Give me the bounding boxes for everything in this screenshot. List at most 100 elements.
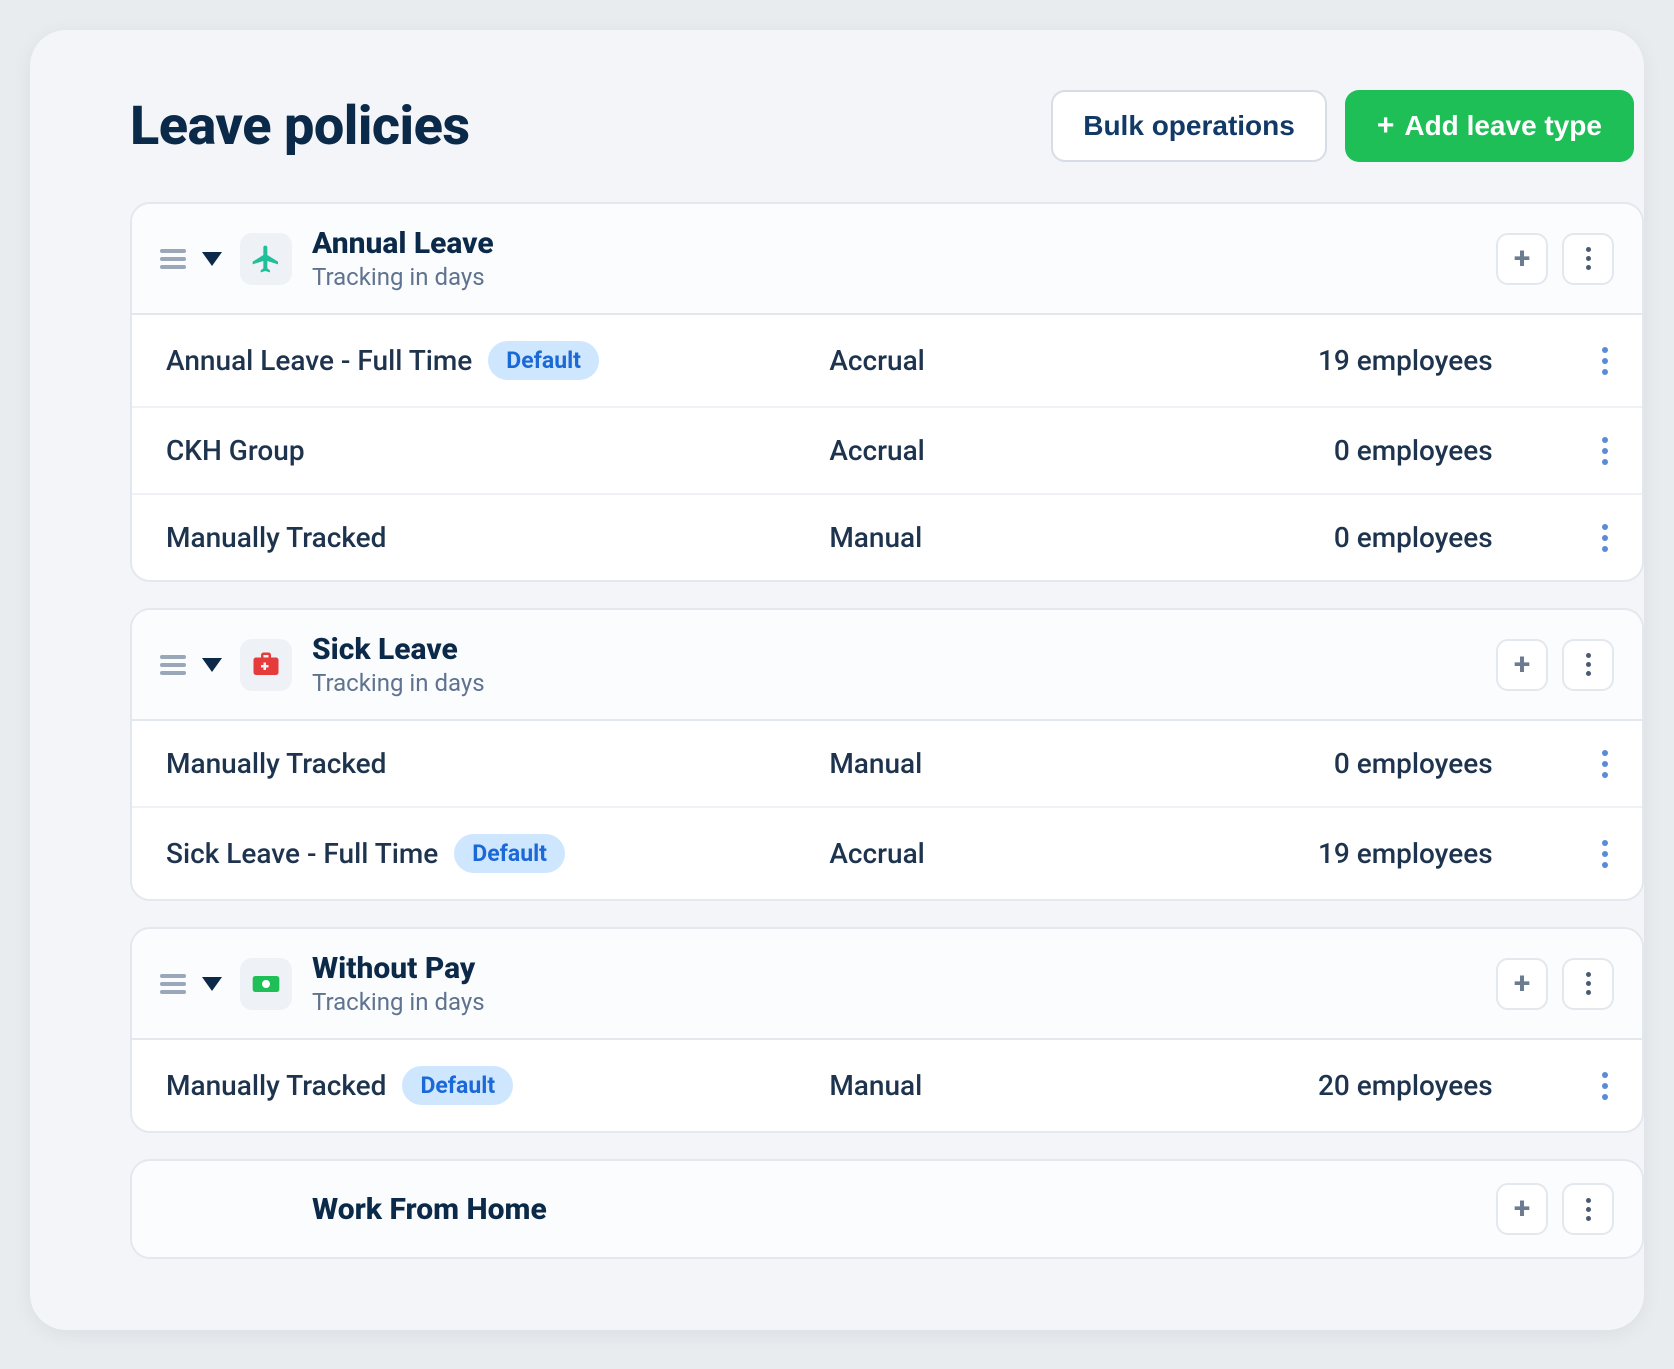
policy-name: Manually Tracked [166, 747, 829, 780]
group-menu-button[interactable] [1562, 958, 1614, 1010]
more-vertical-icon [1602, 750, 1608, 778]
more-vertical-icon [1602, 840, 1608, 868]
add-policy-button[interactable]: + [1496, 1183, 1548, 1235]
policy-name-text: Manually Tracked [166, 521, 386, 554]
group-header[interactable]: Annual Leave Tracking in days + [132, 204, 1642, 315]
group-subtitle: Tracking in days [312, 263, 1496, 291]
more-vertical-icon [1602, 1072, 1608, 1100]
policy-row-menu[interactable] [1493, 524, 1608, 552]
medkit-icon [240, 639, 292, 691]
chevron-down-icon[interactable] [202, 658, 222, 672]
group-subtitle: Tracking in days [312, 669, 1496, 697]
policy-name-text: Manually Tracked [166, 747, 386, 780]
policy-row[interactable]: Sick Leave - Full Time Default Accrual 1… [132, 806, 1642, 899]
policy-mode: Manual [829, 747, 1117, 780]
group-header[interactable]: Without Pay Tracking in days + [132, 929, 1642, 1040]
more-vertical-icon [1586, 653, 1591, 676]
policy-row[interactable]: Manually Tracked Manual 0 employees [132, 493, 1642, 580]
cash-icon [240, 958, 292, 1010]
policy-name: Manually Tracked [166, 521, 829, 554]
policy-name: CKH Group [166, 434, 829, 467]
chevron-down-icon[interactable] [202, 977, 222, 991]
policy-row-menu[interactable] [1493, 347, 1608, 375]
policy-row-menu[interactable] [1493, 750, 1608, 778]
more-vertical-icon [1602, 524, 1608, 552]
add-policy-button[interactable]: + [1496, 639, 1548, 691]
group-title-wrap: Sick Leave Tracking in days [312, 632, 1496, 697]
policy-row-menu[interactable] [1493, 437, 1608, 465]
group-title: Work From Home [312, 1192, 1496, 1227]
header-actions: Bulk operations + Add leave type [1051, 90, 1634, 162]
policy-row-menu[interactable] [1493, 1072, 1608, 1100]
group-header[interactable]: Sick Leave Tracking in days + [132, 610, 1642, 721]
policy-count: 0 employees [1118, 521, 1493, 554]
more-vertical-icon [1586, 247, 1591, 270]
leave-group-sick: Sick Leave Tracking in days + Manually T… [130, 608, 1644, 901]
group-menu-button[interactable] [1562, 233, 1614, 285]
policy-list: Manually Tracked Manual 0 employees Sick… [132, 721, 1642, 899]
drag-handle-icon[interactable] [160, 655, 186, 675]
policy-name-text: Sick Leave - Full Time [166, 837, 438, 870]
leave-group-annual: Annual Leave Tracking in days + Annual L… [130, 202, 1644, 582]
more-vertical-icon [1602, 347, 1608, 375]
chevron-down-icon[interactable] [202, 252, 222, 266]
more-vertical-icon [1586, 1198, 1591, 1221]
default-badge: Default [488, 341, 599, 380]
policy-count: 0 employees [1118, 747, 1493, 780]
default-badge: Default [454, 834, 565, 873]
more-vertical-icon [1602, 437, 1608, 465]
add-leave-type-button[interactable]: + Add leave type [1345, 90, 1634, 162]
policy-row[interactable]: Annual Leave - Full Time Default Accrual… [132, 315, 1642, 406]
policy-count: 19 employees [1118, 344, 1493, 377]
add-leave-type-label: Add leave type [1404, 110, 1602, 142]
drag-handle-icon[interactable] [160, 249, 186, 269]
page-title: Leave policies [130, 95, 470, 158]
more-vertical-icon [1586, 972, 1591, 995]
policy-name-text: CKH Group [166, 434, 305, 467]
group-actions: + [1496, 639, 1614, 691]
drag-handle-icon[interactable] [160, 974, 186, 994]
policy-name: Sick Leave - Full Time Default [166, 834, 829, 873]
plus-icon: + [1514, 969, 1530, 999]
group-actions: + [1496, 1183, 1614, 1235]
add-policy-button[interactable]: + [1496, 958, 1548, 1010]
group-title: Sick Leave [312, 632, 1496, 667]
group-title-wrap: Annual Leave Tracking in days [312, 226, 1496, 291]
group-actions: + [1496, 958, 1614, 1010]
default-badge: Default [402, 1066, 513, 1105]
add-policy-button[interactable]: + [1496, 233, 1548, 285]
policy-name: Annual Leave - Full Time Default [166, 341, 829, 380]
plus-icon: + [1514, 1194, 1530, 1224]
group-header[interactable]: Work From Home + [132, 1161, 1642, 1257]
app-frame: Leave policies Bulk operations + Add lea… [30, 30, 1644, 1330]
leave-group-wfh: Work From Home + [130, 1159, 1644, 1259]
plus-icon: + [1514, 244, 1530, 274]
policy-row[interactable]: Manually Tracked Default Manual 20 emplo… [132, 1040, 1642, 1131]
policy-list: Annual Leave - Full Time Default Accrual… [132, 315, 1642, 580]
group-title: Annual Leave [312, 226, 1496, 261]
policy-mode: Accrual [829, 434, 1117, 467]
group-title: Without Pay [312, 951, 1496, 986]
policy-count: 19 employees [1118, 837, 1493, 870]
policy-row-menu[interactable] [1493, 840, 1608, 868]
leave-group-withoutpay: Without Pay Tracking in days + Manually … [130, 927, 1644, 1133]
bulk-operations-button[interactable]: Bulk operations [1051, 90, 1327, 162]
policy-list: Manually Tracked Default Manual 20 emplo… [132, 1040, 1642, 1131]
policy-row[interactable]: Manually Tracked Manual 0 employees [132, 721, 1642, 806]
plus-icon: + [1514, 650, 1530, 680]
policy-name-text: Manually Tracked [166, 1069, 386, 1102]
policy-mode: Manual [829, 1069, 1117, 1102]
policy-count: 0 employees [1118, 434, 1493, 467]
group-menu-button[interactable] [1562, 1183, 1614, 1235]
policy-mode: Accrual [829, 837, 1117, 870]
policy-row[interactable]: CKH Group Accrual 0 employees [132, 406, 1642, 493]
plus-icon: + [1377, 111, 1395, 141]
policy-mode: Accrual [829, 344, 1117, 377]
policy-name-text: Annual Leave - Full Time [166, 344, 472, 377]
plane-icon [240, 233, 292, 285]
group-subtitle: Tracking in days [312, 988, 1496, 1016]
group-menu-button[interactable] [1562, 639, 1614, 691]
policy-name: Manually Tracked Default [166, 1066, 829, 1105]
page-header: Leave policies Bulk operations + Add lea… [130, 90, 1644, 162]
group-actions: + [1496, 233, 1614, 285]
